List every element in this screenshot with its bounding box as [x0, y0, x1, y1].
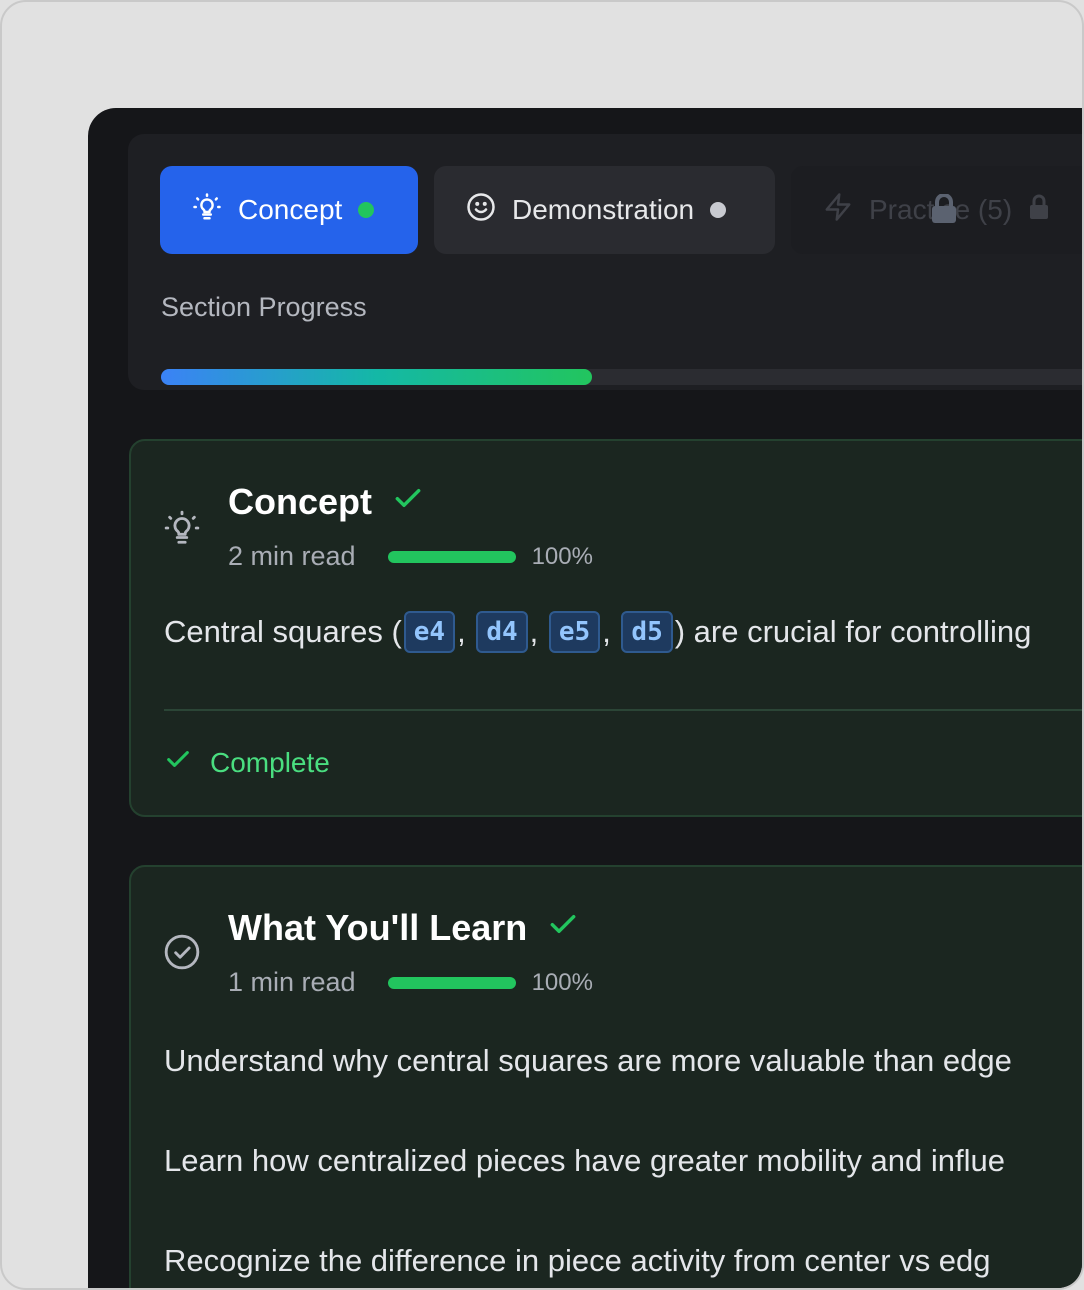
lock-overlay-icon	[931, 193, 957, 231]
concept-title-text: Concept	[228, 481, 372, 522]
learn-card-title: What You'll Learn	[228, 907, 579, 949]
section-progress-bar	[161, 369, 1082, 385]
check-icon	[392, 481, 424, 523]
lightbulb-icon	[163, 509, 201, 552]
complete-label: Complete	[210, 746, 330, 778]
comma: ,	[457, 614, 475, 649]
learn-title-text: What You'll Learn	[228, 907, 528, 948]
tab-practice: Practice (5)	[791, 166, 1082, 254]
learn-card: What You'll Learn 1 min read 100% Unders…	[129, 865, 1082, 1288]
tab-demonstration[interactable]: Demonstration	[434, 166, 775, 254]
check-circle-icon	[163, 933, 201, 976]
tab-concept[interactable]: Concept	[160, 166, 418, 254]
lesson-app: Concept Demonstration Practice (5) Secti…	[88, 108, 1082, 1288]
comma: ,	[602, 614, 620, 649]
lightning-icon	[823, 192, 853, 229]
body-prefix: Central squares (	[164, 614, 402, 649]
square-chip-e5[interactable]: e5	[548, 611, 601, 653]
learn-item: Learn how centralized pieces have greate…	[164, 1143, 1005, 1178]
body-suffix: ) are crucial for controlling	[674, 614, 1032, 649]
square-chip-d4[interactable]: d4	[476, 611, 528, 653]
section-tabs-panel: Concept Demonstration Practice (5) Secti…	[128, 134, 1082, 390]
window-frame: Concept Demonstration Practice (5) Secti…	[0, 0, 1084, 1290]
section-progress-fill	[161, 369, 593, 385]
smile-icon	[466, 192, 496, 229]
concept-card-title: Concept	[228, 481, 424, 523]
comma: ,	[529, 614, 547, 649]
read-progress-percent: 100%	[531, 968, 593, 996]
learn-card-meta: 1 min read 100%	[228, 967, 593, 998]
square-chip-d5[interactable]: d5	[621, 611, 673, 653]
concept-body-text: Central squares ( e4, d4, e5, d5 ) are c…	[164, 611, 1031, 653]
check-icon	[164, 745, 192, 780]
square-chip-e4[interactable]: e4	[403, 611, 456, 653]
read-progress-percent: 100%	[531, 542, 593, 570]
learn-item: Recognize the difference in piece activi…	[164, 1243, 991, 1278]
complete-button[interactable]: Complete	[164, 745, 330, 780]
concept-card-meta: 2 min read 100%	[228, 541, 593, 572]
read-progress-bar	[387, 550, 516, 563]
status-dot-pending	[710, 202, 727, 218]
tab-concept-label: Concept	[238, 194, 343, 225]
card-divider	[164, 709, 1082, 711]
section-progress-label: Section Progress	[161, 292, 367, 322]
read-time: 2 min read	[228, 541, 356, 571]
read-time: 1 min read	[228, 967, 356, 997]
learn-item: Understand why central squares are more …	[164, 1043, 1012, 1078]
concept-card: Concept 2 min read 100% Central squares …	[129, 439, 1082, 817]
lightbulb-icon	[192, 192, 222, 229]
status-dot-complete	[358, 202, 375, 218]
lock-icon	[1028, 194, 1050, 227]
tab-demonstration-label: Demonstration	[512, 194, 695, 225]
read-progress-bar	[387, 976, 516, 989]
check-icon	[547, 907, 579, 949]
